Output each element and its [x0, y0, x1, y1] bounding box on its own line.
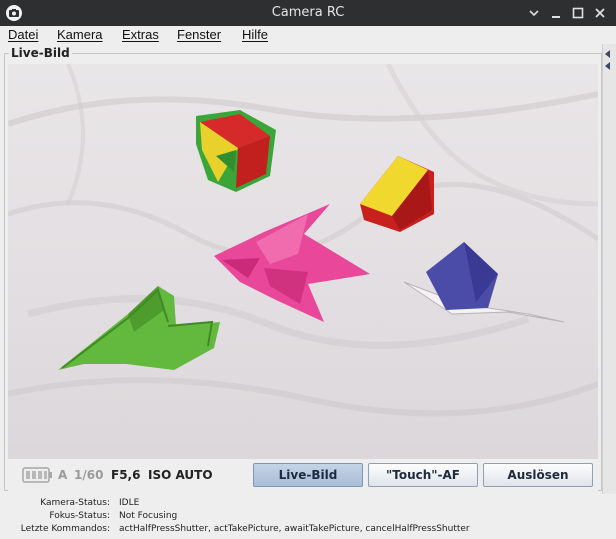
menu-extras[interactable]: Extras: [122, 27, 159, 42]
live-panel-title: Live-Bild: [9, 46, 72, 60]
title-bar[interactable]: Camera RC: [0, 0, 616, 26]
release-shutter-button[interactable]: Auslösen: [483, 463, 593, 487]
minimize-button-icon[interactable]: [547, 4, 565, 22]
vertical-scrollbar[interactable]: [602, 44, 616, 494]
live-view-button[interactable]: Live-Bild: [253, 463, 363, 487]
last-commands-value: actHalfPressShutter, actTakePicture, awa…: [119, 524, 470, 534]
camera-rc-window: Camera RC Datei Kamera Extras Fenster Hi…: [0, 0, 616, 539]
menu-kamera[interactable]: Kamera: [57, 27, 103, 42]
minimize-icon[interactable]: [525, 4, 543, 22]
status-area: Kamera-Status: IDLE Fokus-Status: Not Fo…: [0, 494, 602, 539]
menu-fenster[interactable]: Fenster: [177, 27, 221, 42]
camera-status-label: Kamera-Status:: [40, 498, 110, 508]
maximize-icon[interactable]: [569, 4, 587, 22]
menu-bar: Datei Kamera Extras Fenster Hilfe: [0, 26, 616, 44]
close-icon[interactable]: [591, 4, 609, 22]
iso-value: ISO AUTO: [148, 468, 213, 482]
window-title: Camera RC: [271, 5, 345, 20]
last-commands-label: Letzte Kommandos:: [20, 524, 110, 534]
focus-status-value: Not Focusing: [119, 511, 178, 521]
scroll-left-arrow-icon[interactable]: [605, 50, 610, 58]
battery-icon: [22, 467, 54, 483]
aperture-value: F5,6: [111, 468, 141, 482]
shutter-speed: 1/60: [74, 468, 104, 482]
focus-status-label: Fokus-Status:: [49, 511, 110, 521]
camera-status-value: IDLE: [119, 498, 140, 508]
live-view-image[interactable]: [8, 64, 598, 459]
camera-control-bar: A 1/60 F5,6 ISO AUTO Live-Bild "Touch"-A…: [8, 459, 598, 491]
scroll-left-arrow-icon-2[interactable]: [605, 62, 610, 70]
touch-af-button[interactable]: "Touch"-AF: [368, 463, 478, 487]
menu-hilfe[interactable]: Hilfe: [242, 27, 268, 42]
menu-datei[interactable]: Datei: [8, 27, 38, 42]
exposure-mode: A: [58, 468, 68, 482]
